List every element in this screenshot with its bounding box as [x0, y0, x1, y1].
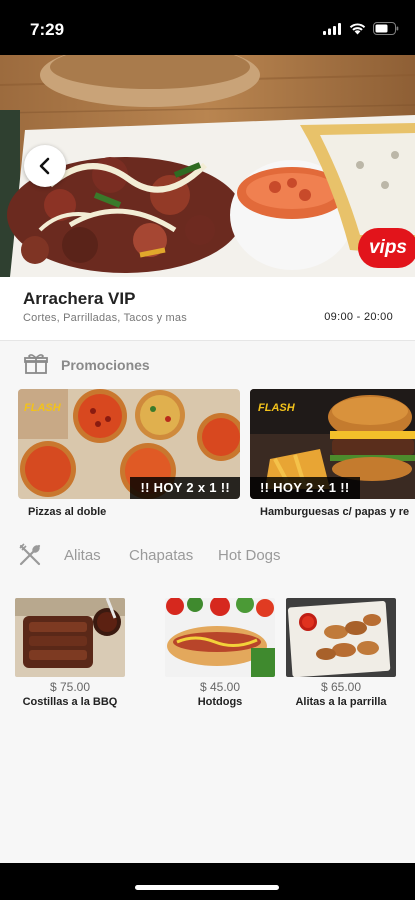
restaurant-name: Arrachera VIP	[23, 289, 136, 308]
dish-name-alitas: Alitas a la parrilla	[295, 696, 387, 708]
dish-card-hotdogs[interactable]: $ 45.00 Hotdogs	[165, 598, 275, 708]
back-button[interactable]	[24, 145, 66, 187]
promo-caption-pizzas: Pizzas al doble	[28, 506, 107, 518]
gift-box-icon	[24, 354, 48, 374]
restaurant-categories: Cortes, Parrilladas, Tacos y mas	[23, 312, 187, 324]
menu-category-bar: Alitas Chapatas Hot Dogs	[0, 535, 415, 575]
dish-image-costillas	[15, 598, 125, 677]
restaurant-info: Arrachera VIP Cortes, Parrilladas, Tacos…	[0, 277, 415, 341]
promo-caption-burgers: Hamburguesas c/ papas y re	[260, 506, 410, 518]
dish-image-alitas	[286, 598, 396, 677]
promo-card-pizzas[interactable]: FLASH !! HOY 2 x 1 !!	[18, 389, 240, 499]
tab-alitas[interactable]: Alitas	[64, 547, 101, 564]
restaurant-screen: vips Arrachera VIP Cortes, Parrilladas, …	[0, 55, 415, 863]
promo-card-burgers[interactable]: FLASH !! HOY 2 x 1 !!	[250, 389, 415, 499]
home-indicator-area	[0, 863, 415, 900]
restaurant-hours: 09:00 - 20:00	[324, 311, 393, 323]
hero-image: vips	[0, 55, 415, 277]
back-arrow-icon	[39, 157, 50, 175]
promo-ribbon-burgers: !! HOY 2 x 1 !!	[250, 477, 360, 499]
dish-name-costillas: Costillas a la BBQ	[22, 696, 118, 708]
promotions-header: Promociones	[0, 342, 415, 386]
status-bar: 7:29	[0, 0, 415, 55]
status-time: 7:29	[30, 20, 65, 39]
cutlery-icon	[19, 543, 41, 566]
dish-image-hotdogs	[165, 598, 275, 677]
dish-card-costillas[interactable]: $ 75.00 Costillas a la BBQ	[15, 598, 125, 708]
promotions-label: Promociones	[61, 357, 150, 373]
status-icons	[323, 22, 399, 35]
dish-name-hotdogs: Hotdogs	[197, 696, 243, 708]
promo-brand-text-2: FLASH	[258, 402, 296, 414]
tab-hot-dogs[interactable]: Hot Dogs	[218, 547, 281, 564]
dish-price-hotdogs: $ 45.00	[199, 680, 241, 694]
brand-logo: vips	[358, 228, 415, 268]
battery-icon	[373, 22, 399, 35]
dish-card-alitas[interactable]: $ 65.00 Alitas a la parrilla	[286, 598, 396, 708]
dish-price-alitas: $ 65.00	[320, 680, 362, 694]
promo-brand-text-1: FLASH	[24, 402, 62, 414]
tab-chapatas[interactable]: Chapatas	[129, 547, 193, 564]
home-indicator[interactable]	[135, 885, 279, 890]
promo-ribbon-pizzas: !! HOY 2 x 1 !!	[130, 477, 240, 499]
wifi-icon	[349, 22, 366, 34]
dish-price-costillas: $ 75.00	[49, 680, 91, 694]
signal-icon	[323, 22, 341, 35]
